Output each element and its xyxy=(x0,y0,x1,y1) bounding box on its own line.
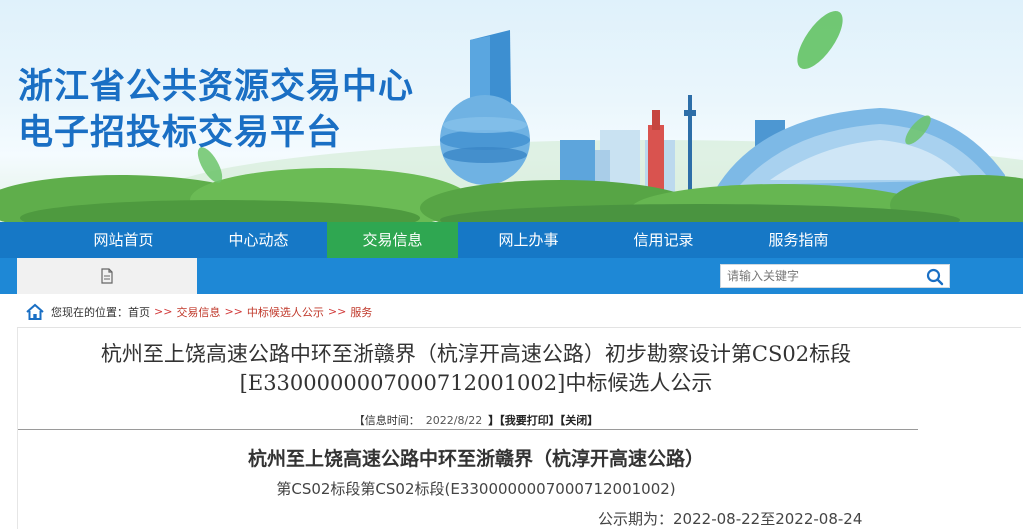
nav-item-service-guide[interactable]: 服务指南 xyxy=(733,222,864,258)
breadcrumb-item-home[interactable]: 首页 xyxy=(128,304,150,320)
nav-item-home[interactable]: 网站首页 xyxy=(58,222,189,258)
sidebar-tab[interactable] xyxy=(17,258,197,294)
search-input[interactable] xyxy=(721,265,921,287)
article-title-line2: [E3300000007000712001002]中标候选人公示 xyxy=(239,371,713,395)
notice-period: 公示期为：2022-08-22至2022-08-24 xyxy=(598,508,862,529)
article-title-line1: 杭州至上饶高速公路中环至浙赣界（杭淳开高速公路）初步勘察设计第CS02标段 xyxy=(100,342,852,366)
nav-item-online-services[interactable]: 网上办事 xyxy=(463,222,594,258)
site-title-line2: 电子招投标交易平台 xyxy=(18,113,343,153)
search-box xyxy=(720,264,950,288)
breadcrumb-separator: >> xyxy=(224,305,243,318)
breadcrumb-item-service[interactable]: 服务 xyxy=(350,304,372,320)
notice-period-value: 2022-08-22至2022-08-24 xyxy=(673,510,863,528)
sub-bar xyxy=(0,258,1023,294)
breadcrumb-separator: >> xyxy=(154,305,173,318)
breadcrumb-prefix: 您现在的位置： xyxy=(51,305,128,319)
body-heading: 杭州至上饶高速公路中环至浙赣界（杭淳开高速公路） xyxy=(247,448,704,470)
breadcrumb-item-trade-info[interactable]: 交易信息 xyxy=(176,304,220,320)
main-nav: 网站首页 中心动态 交易信息 网上办事 信用记录 服务指南 xyxy=(0,222,1023,258)
breadcrumb-separator: >> xyxy=(327,305,347,318)
close-button[interactable]: 【关闭】 xyxy=(560,414,599,427)
article-meta: 【信息时间： 2022/8/22 】【我要打印】【关闭】 xyxy=(18,412,934,428)
page: 浙江省公共资源交易中心 电子招投标交易平台 网站首页 中心动态 交易信息 网上办… xyxy=(0,0,1023,529)
breadcrumb-item-candidate-notice[interactable]: 中标候选人公示 xyxy=(247,304,324,320)
nav-item-trade-info[interactable]: 交易信息 xyxy=(327,222,458,258)
search-icon[interactable] xyxy=(925,267,945,287)
header-banner: 浙江省公共资源交易中心 电子招投标交易平台 xyxy=(0,0,1023,222)
breadcrumb: 您现在的位置： 首页 >> 交易信息 >> 中标候选人公示 >> 服务 xyxy=(17,296,1021,328)
site-title-line1: 浙江省公共资源交易中心 xyxy=(18,67,415,107)
nav-item-center-news[interactable]: 中心动态 xyxy=(193,222,324,258)
body-subheading: 第CS02标段第CS02标段(E3300000007000712001002) xyxy=(276,480,676,498)
home-icon xyxy=(26,303,44,320)
print-button[interactable]: 】【我要打印】 xyxy=(488,414,560,427)
notice-period-label: 公示期为： xyxy=(598,510,674,528)
article-title: 杭州至上饶高速公路中环至浙赣界（杭淳开高速公路）初步勘察设计第CS02标段 [E… xyxy=(18,340,934,398)
nav-item-credit-records[interactable]: 信用记录 xyxy=(598,222,729,258)
meta-date: 2022/8/22 xyxy=(425,414,483,427)
article-content: 杭州至上饶高速公路中环至浙赣界（杭淳开高速公路）初步勘察设计第CS02标段 [E… xyxy=(17,328,1021,529)
meta-date-label: 【信息时间： xyxy=(353,414,420,427)
document-icon xyxy=(101,268,113,284)
